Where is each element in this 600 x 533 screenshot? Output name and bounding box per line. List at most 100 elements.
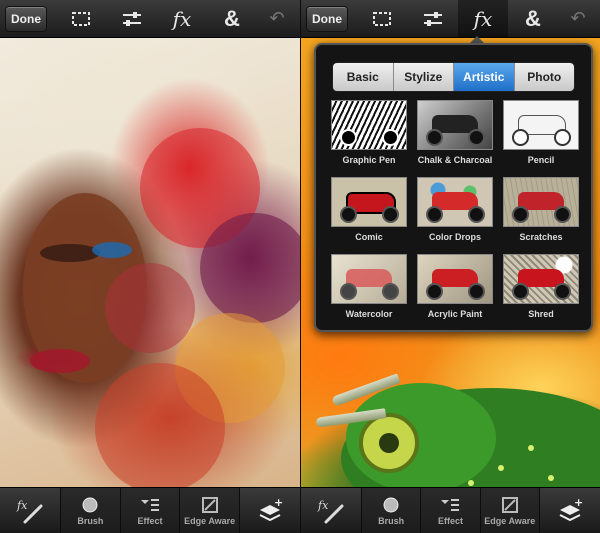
watercolor-thumbnail bbox=[331, 254, 407, 304]
filter-label: Color Drops bbox=[428, 232, 481, 242]
filter-label: Chalk & Charcoal bbox=[417, 155, 493, 165]
wheel-shape bbox=[340, 283, 357, 300]
wheel-shape bbox=[554, 206, 571, 223]
wheel-shape bbox=[426, 206, 443, 223]
filter-category-tabs: Basic Stylize Artistic Photo bbox=[332, 62, 575, 92]
fx-icon: fx bbox=[473, 6, 493, 31]
ampersand-icon: & bbox=[224, 5, 240, 31]
effect-list-icon bbox=[141, 498, 159, 511]
filter-shred[interactable]: Shred bbox=[503, 254, 579, 319]
tab-artistic[interactable]: Artistic bbox=[453, 63, 514, 91]
filter-watercolor[interactable]: Watercolor bbox=[331, 254, 407, 319]
selection-icon bbox=[72, 11, 90, 26]
combine-tool-button[interactable]: & bbox=[207, 0, 257, 37]
svg-text:fx: fx bbox=[16, 499, 28, 512]
undo-button[interactable]: ↶ bbox=[257, 0, 297, 37]
edge-aware-label: Edge Aware bbox=[184, 515, 236, 526]
effect-button[interactable]: Effect bbox=[119, 488, 180, 533]
brush-button[interactable]: Brush bbox=[60, 488, 120, 533]
portrait-artwork bbox=[23, 128, 300, 493]
filter-chalk-charcoal[interactable]: Chalk & Charcoal bbox=[417, 100, 493, 165]
filter-graphic-pen[interactable]: Graphic Pen bbox=[331, 100, 407, 165]
wheel-shape bbox=[382, 206, 399, 223]
filter-label: Graphic Pen bbox=[342, 155, 396, 165]
edited-portrait-image[interactable] bbox=[0, 38, 300, 493]
comic-thumbnail bbox=[331, 177, 407, 227]
edge-aware-button[interactable]: Edge Aware bbox=[479, 488, 539, 533]
brush-circle-icon bbox=[383, 497, 399, 512]
wheel-shape bbox=[340, 206, 357, 223]
adjustments-tool-button[interactable] bbox=[107, 0, 157, 37]
fx-brush-icon: fx bbox=[16, 499, 43, 523]
filter-label: Pencil bbox=[527, 155, 555, 165]
filter-color-drops[interactable]: Color Drops bbox=[417, 177, 493, 242]
undo-icon: ↶ bbox=[570, 8, 586, 28]
edge-aware-label: Edge Aware bbox=[484, 515, 536, 526]
edge-aware-button[interactable]: Edge Aware bbox=[179, 488, 240, 533]
tab-basic[interactable]: Basic bbox=[333, 63, 393, 91]
effect-list-icon bbox=[441, 498, 460, 511]
filter-pencil[interactable]: Pencil bbox=[503, 100, 579, 165]
layers-button[interactable]: + bbox=[239, 488, 300, 533]
layers-add-icon: + bbox=[259, 498, 283, 521]
wheel-shape bbox=[468, 206, 485, 223]
top-toolbar: Done fx & ↶ bbox=[0, 0, 300, 38]
filter-label: Scratches bbox=[519, 232, 563, 242]
layers-button[interactable]: + bbox=[538, 488, 600, 533]
filter-acrylic-paint[interactable]: Acrylic Paint bbox=[417, 254, 493, 319]
done-button[interactable]: Done bbox=[5, 5, 47, 32]
svg-text:+: + bbox=[574, 498, 583, 509]
selection-tool-button[interactable] bbox=[57, 0, 107, 37]
wheel-shape bbox=[426, 129, 443, 146]
adjustments-tool-button[interactable] bbox=[408, 0, 458, 37]
wheel-shape bbox=[468, 283, 485, 300]
wheel-shape bbox=[426, 283, 443, 300]
filter-label: Comic bbox=[355, 232, 383, 242]
acrylic-paint-thumbnail bbox=[417, 254, 493, 304]
brush-button[interactable]: Brush bbox=[361, 488, 421, 533]
chalk-charcoal-thumbnail bbox=[417, 100, 493, 150]
graphic-pen-thumbnail bbox=[331, 100, 407, 150]
effect-label: Effect bbox=[437, 515, 463, 526]
svg-text:fx: fx bbox=[317, 499, 329, 512]
fx-brush-button[interactable]: fx bbox=[0, 488, 60, 533]
selection-icon bbox=[373, 11, 391, 26]
edge-aware-icon bbox=[501, 496, 518, 513]
wheel-shape bbox=[468, 129, 485, 146]
color-drops-thumbnail bbox=[417, 177, 493, 227]
wheel-shape bbox=[512, 206, 529, 223]
wheel-shape bbox=[554, 283, 571, 300]
selection-tool-button[interactable] bbox=[358, 0, 408, 37]
undo-icon: ↶ bbox=[269, 8, 285, 28]
right-phone-screen: Done fx & ↶ Basic Stylize Artistic Photo… bbox=[301, 0, 600, 533]
sliders-icon bbox=[424, 11, 442, 26]
wheel-shape bbox=[512, 283, 529, 300]
effects-tool-button[interactable]: fx bbox=[157, 0, 207, 37]
brush-label: Brush bbox=[77, 515, 104, 526]
brush-circle-icon bbox=[82, 497, 98, 512]
tab-stylize[interactable]: Stylize bbox=[392, 63, 454, 91]
wheel-shape bbox=[382, 129, 399, 146]
wheel-shape bbox=[512, 129, 529, 146]
fx-brush-icon: fx bbox=[317, 499, 344, 523]
filter-label: Shred bbox=[528, 309, 554, 319]
filter-comic[interactable]: Comic bbox=[331, 177, 407, 242]
bottom-toolbar: fx Brush Effect Edge Aware + bbox=[301, 487, 600, 533]
tab-photo[interactable]: Photo bbox=[513, 63, 575, 91]
brush-label: Brush bbox=[378, 515, 405, 526]
fx-brush-button[interactable]: fx bbox=[301, 488, 361, 533]
edge-aware-icon bbox=[201, 496, 218, 513]
ampersand-icon: & bbox=[525, 5, 541, 31]
effects-tool-button[interactable]: fx bbox=[458, 0, 508, 37]
sliders-icon bbox=[123, 11, 141, 26]
bottom-toolbar: fx Brush Effect Edge Aware + bbox=[0, 487, 300, 533]
combine-tool-button[interactable]: & bbox=[508, 0, 558, 37]
undo-button[interactable]: ↶ bbox=[558, 0, 598, 37]
effect-button[interactable]: Effect bbox=[420, 488, 480, 533]
filter-scratches[interactable]: Scratches bbox=[503, 177, 579, 242]
svg-text:+: + bbox=[274, 498, 283, 509]
filter-label: Watercolor bbox=[345, 309, 393, 319]
left-phone-screen: Done fx & ↶ fx Brush Effect Edge Aware + bbox=[0, 0, 300, 533]
effect-label: Effect bbox=[137, 515, 163, 526]
done-button[interactable]: Done bbox=[306, 5, 348, 32]
